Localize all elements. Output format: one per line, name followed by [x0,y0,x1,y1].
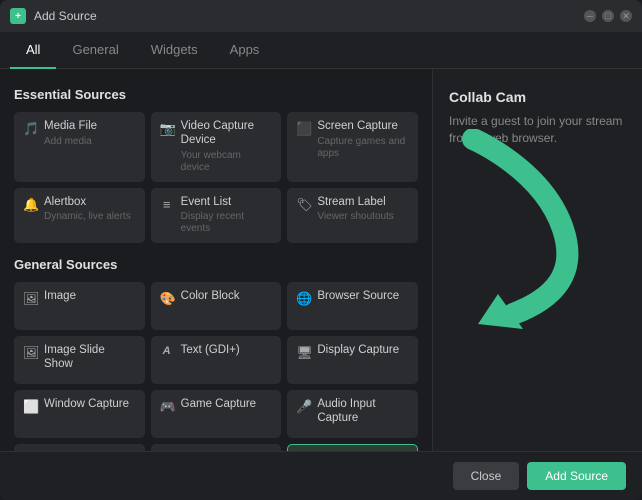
media-file-name: Media File [44,120,97,134]
video-capture-name: Video Capture Device [181,120,273,148]
stream-label-name: Stream Label [317,196,394,210]
media-file-sub: Add media [44,136,97,148]
game-capture-name: Game Capture [181,398,256,412]
source-window-capture[interactable]: ⬜ Window Capture [14,390,145,438]
arrow-decoration [413,129,633,329]
window-controls: ─ □ ✕ [584,10,632,22]
source-openvr[interactable]: 👓 OpenVR Capture [151,444,282,451]
alertbox-sub: Dynamic, live alerts [44,211,131,223]
screen-capture-name: Screen Capture [317,120,409,134]
title-bar: + Add Source ─ □ ✕ [0,0,642,32]
source-color-block[interactable]: 🎨 Color Block [151,282,282,330]
alertbox-name: Alertbox [44,196,131,210]
right-panel: Collab Cam Invite a guest to join your s… [432,69,642,451]
source-media-file[interactable]: 🎵 Media File Add media [14,112,145,182]
image-name: Image [44,290,76,304]
window-capture-icon: ⬜ [23,399,37,415]
stream-label-icon: 🏷 [296,197,310,213]
source-event-list[interactable]: ≡ Event List Display recent events [151,188,282,244]
image-icon: 🖼 [23,291,37,307]
source-image-slideshow[interactable]: 🖼 Image Slide Show [14,336,145,384]
sources-panel: Essential Sources 🎵 Media File Add media… [0,69,432,451]
event-list-icon: ≡ [160,197,174,212]
minimize-button[interactable]: ─ [584,10,596,22]
essential-section-header: Essential Sources [14,87,418,102]
display-capture-name: Display Capture [317,344,399,358]
source-collab-cam[interactable]: 👤 Collab Cam [287,444,418,451]
close-window-button[interactable]: ✕ [620,10,632,22]
source-image[interactable]: 🖼 Image [14,282,145,330]
image-slideshow-name: Image Slide Show [44,344,136,372]
audio-input-name: Audio Input Capture [317,398,409,426]
source-audio-output[interactable]: 🔊 Audio Output Capture [14,444,145,451]
source-screen-capture[interactable]: ⬛ Screen Capture Capture games and apps [287,112,418,182]
video-capture-sub: Your webcam device [181,150,273,174]
maximize-button[interactable]: □ [602,10,614,22]
tab-general[interactable]: General [56,32,134,69]
browser-source-icon: 🌐 [296,291,310,307]
footer: Close Add Source [0,451,642,500]
source-stream-label[interactable]: 🏷 Stream Label Viewer shoutouts [287,188,418,244]
tab-widgets[interactable]: Widgets [135,32,214,69]
app-icon-symbol: + [15,11,21,22]
add-source-button[interactable]: Add Source [527,462,626,490]
general-section-header: General Sources [14,257,418,272]
right-panel-title: Collab Cam [449,89,626,105]
image-slideshow-icon: 🖼 [23,345,37,361]
essential-sources-grid: 🎵 Media File Add media 📷 Video Capture D… [14,112,418,243]
source-alertbox[interactable]: 🔔 Alertbox Dynamic, live alerts [14,188,145,244]
tab-apps[interactable]: Apps [214,32,276,69]
stream-label-sub: Viewer shoutouts [317,211,394,223]
event-list-sub: Display recent events [181,211,273,235]
source-browser-source[interactable]: 🌐 Browser Source [287,282,418,330]
source-game-capture[interactable]: 🎮 Game Capture [151,390,282,438]
general-sources-grid: 🖼 Image 🎨 Color Block 🌐 Browser Source [14,282,418,451]
tab-all[interactable]: All [10,32,56,69]
main-window: + Add Source ─ □ ✕ All General Widgets A… [0,0,642,500]
window-capture-name: Window Capture [44,398,129,412]
color-block-name: Color Block [181,290,240,304]
event-list-name: Event List [181,196,273,210]
alertbox-icon: 🔔 [23,197,37,213]
close-button[interactable]: Close [453,462,520,490]
source-display-capture[interactable]: 🖥 Display Capture [287,336,418,384]
color-block-icon: 🎨 [160,291,174,307]
display-capture-icon: 🖥 [296,345,310,361]
app-icon: + [10,8,26,24]
source-video-capture[interactable]: 📷 Video Capture Device Your webcam devic… [151,112,282,182]
video-capture-icon: 📷 [160,121,174,137]
window-title: Add Source [34,9,584,23]
game-capture-icon: 🎮 [160,399,174,415]
browser-source-name: Browser Source [317,290,399,304]
text-gdi-icon: A [160,345,174,357]
tab-bar: All General Widgets Apps [0,32,642,69]
source-audio-input[interactable]: 🎤 Audio Input Capture [287,390,418,438]
text-gdi-name: Text (GDI+) [181,344,240,358]
audio-input-icon: 🎤 [296,399,310,415]
media-file-icon: 🎵 [23,121,37,137]
main-content: Essential Sources 🎵 Media File Add media… [0,69,642,451]
screen-capture-icon: ⬛ [296,121,310,137]
screen-capture-sub: Capture games and apps [317,136,409,160]
source-text-gdi[interactable]: A Text (GDI+) [151,336,282,384]
right-panel-description: Invite a guest to join your stream from … [449,113,626,147]
